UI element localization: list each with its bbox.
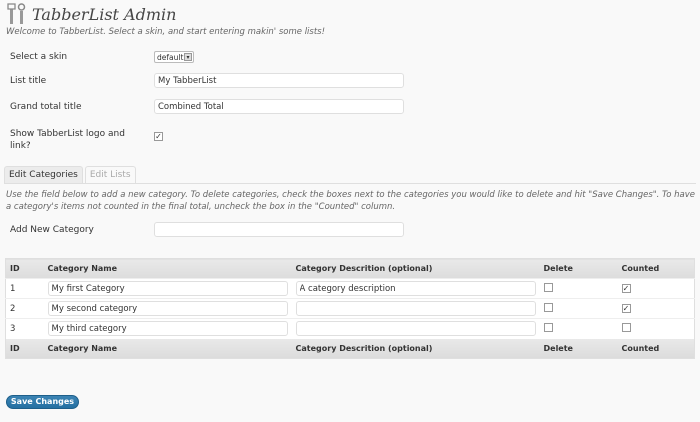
tools-icon (6, 3, 28, 25)
row-id: 2 (5, 298, 44, 319)
add-category-label: Add New Category (10, 224, 94, 235)
delete-checkbox[interactable] (543, 282, 553, 292)
tab-divider (4, 183, 696, 184)
intro-text: Welcome to TabberList. Select a skin, an… (6, 27, 326, 37)
counted-checkbox[interactable]: ✓ (621, 304, 631, 313)
column-footer-name: Category Name (43, 338, 292, 359)
skin-label: Select a skin (10, 52, 68, 62)
add-category-input[interactable] (154, 222, 404, 237)
column-header-delete: Delete (539, 258, 618, 279)
skin-select[interactable]: default ▾ (154, 51, 194, 63)
category-name-input[interactable] (47, 281, 288, 296)
grand-total-label: Grand total title (10, 101, 82, 112)
categories-table: ID Category Name Category Descrition (op… (5, 258, 695, 359)
delete-checkbox[interactable] (543, 322, 553, 332)
add-category-row: Add New Category (10, 222, 410, 237)
column-footer-description: Category Descrition (optional) (291, 338, 540, 359)
table-row: 1 ✓ (5, 278, 695, 299)
tab-edit-lists[interactable]: Edit Lists (84, 166, 136, 183)
row-id: 3 (5, 318, 44, 339)
column-header-id: ID (5, 258, 44, 279)
list-title-label: List title (10, 75, 47, 86)
page-title: TabberList Admin (32, 4, 177, 24)
chevron-down-icon: ▾ (184, 53, 192, 61)
category-name-input[interactable] (47, 321, 288, 337)
category-description-input[interactable] (295, 301, 536, 316)
counted-checkbox[interactable]: ✓ (621, 284, 631, 293)
category-description-input[interactable] (295, 321, 536, 337)
category-name-input[interactable] (47, 301, 288, 316)
table-footer-row: ID Category Name Category Descrition (op… (5, 338, 695, 359)
row-id: 1 (5, 278, 44, 299)
logo-row: Show TabberList logo and link? ✓ (10, 128, 410, 152)
grand-total-input[interactable] (154, 99, 404, 114)
column-header-name: Category Name (43, 258, 292, 279)
page-header: TabberList Admin (6, 3, 176, 25)
grand-total-row: Grand total title (10, 99, 410, 114)
column-footer-id: ID (5, 338, 44, 359)
category-description-input[interactable] (295, 281, 536, 296)
table-row: 2 ✓ (5, 298, 695, 319)
skin-row: Select a skin default ▾ (10, 51, 410, 63)
logo-checkbox[interactable]: ✓ (154, 132, 163, 141)
list-title-row: List title (10, 73, 410, 88)
column-header-counted: Counted (617, 258, 695, 279)
column-footer-delete: Delete (539, 338, 618, 359)
table-header-row: ID Category Name Category Descrition (op… (5, 258, 695, 279)
column-header-description: Category Descrition (optional) (291, 258, 540, 279)
column-footer-counted: Counted (617, 338, 695, 359)
tab-edit-categories[interactable]: Edit Categories (4, 166, 83, 183)
delete-checkbox[interactable] (543, 302, 553, 312)
skin-select-value: default (157, 52, 184, 62)
list-title-input[interactable] (154, 73, 404, 88)
logo-label: Show TabberList logo and link? (10, 129, 125, 151)
save-changes-button[interactable]: Save Changes (6, 395, 79, 409)
counted-checkbox[interactable] (621, 322, 631, 332)
instructions-text: Use the field below to add a new categor… (6, 190, 695, 212)
table-row: 3 (5, 318, 695, 339)
tab-bar: Edit Categories Edit Lists (4, 166, 138, 183)
